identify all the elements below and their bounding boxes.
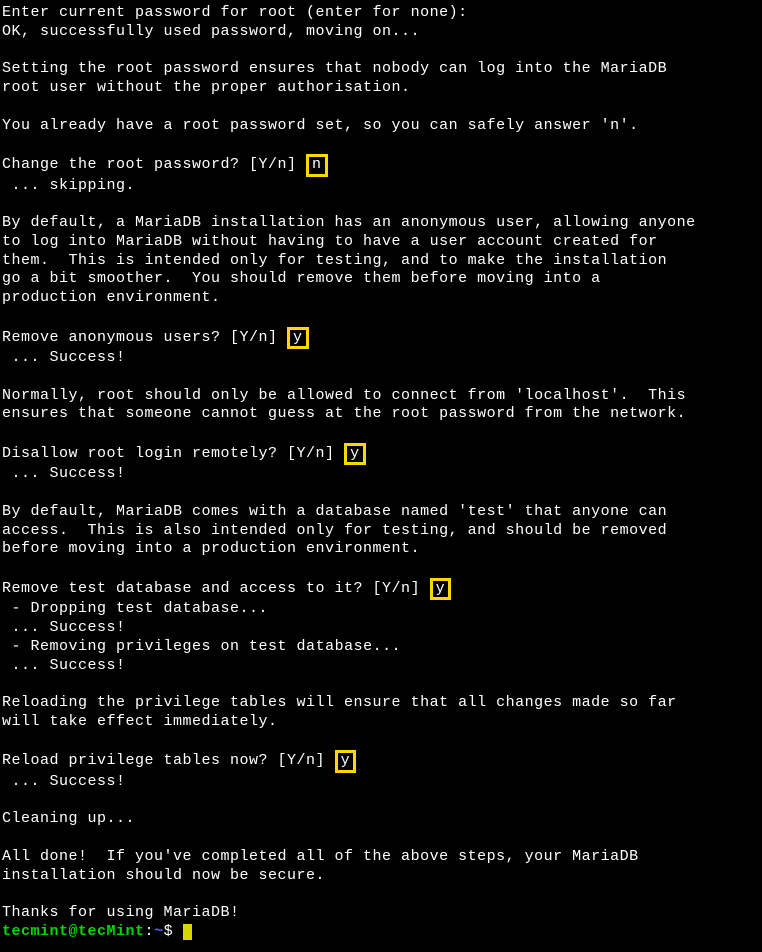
prompt-question: Change the root password? [Y/n]: [2, 156, 306, 173]
output-line: ... Success!: [2, 773, 126, 790]
prompt-question: Remove anonymous users? [Y/n]: [2, 329, 287, 346]
output-line: OK, successfully used password, moving o…: [2, 23, 420, 40]
output-line: them. This is intended only for testing,…: [2, 252, 667, 269]
user-input-highlighted: y: [335, 750, 357, 773]
output-line: By default, MariaDB comes with a databas…: [2, 503, 667, 520]
output-line: will take effect immediately.: [2, 713, 278, 730]
output-line: root user without the proper authorisati…: [2, 79, 411, 96]
user-input-highlighted: y: [344, 443, 366, 466]
prompt-host: tecMint: [78, 923, 145, 940]
prompt-path: ~: [154, 923, 164, 940]
prompt-question: Remove test database and access to it? […: [2, 580, 430, 597]
output-line: All done! If you've completed all of the…: [2, 848, 639, 865]
prompt-dollar: $: [164, 923, 183, 940]
output-line: before moving into a production environm…: [2, 540, 420, 557]
output-line: production environment.: [2, 289, 221, 306]
output-line: ... Success!: [2, 619, 126, 636]
output-line: ... skipping.: [2, 177, 135, 194]
output-line: Cleaning up...: [2, 810, 135, 827]
output-line: Setting the root password ensures that n…: [2, 60, 667, 77]
output-line: You already have a root password set, so…: [2, 117, 639, 134]
output-line: installation should now be secure.: [2, 867, 325, 884]
output-line: ... Success!: [2, 465, 126, 482]
prompt-question: Reload privilege tables now? [Y/n]: [2, 752, 335, 769]
output-line: Normally, root should only be allowed to…: [2, 387, 686, 404]
output-line: ensures that someone cannot guess at the…: [2, 405, 686, 422]
output-line: access. This is also intended only for t…: [2, 522, 667, 539]
output-line: ... Success!: [2, 657, 126, 674]
prompt-user: tecmint: [2, 923, 69, 940]
prompt-question: Disallow root login remotely? [Y/n]: [2, 445, 344, 462]
output-line: ... Success!: [2, 349, 126, 366]
user-input-highlighted: n: [306, 154, 328, 177]
user-input-highlighted: y: [430, 578, 452, 601]
output-line: By default, a MariaDB installation has a…: [2, 214, 696, 231]
prompt-colon: :: [145, 923, 155, 940]
cursor: [183, 924, 192, 940]
output-line: Enter current password for root (enter f…: [2, 4, 468, 21]
terminal-output[interactable]: Enter current password for root (enter f…: [2, 4, 760, 942]
output-line: Thanks for using MariaDB!: [2, 904, 240, 921]
output-line: go a bit smoother. You should remove the…: [2, 270, 601, 287]
output-line: to log into MariaDB without having to ha…: [2, 233, 658, 250]
user-input-highlighted: y: [287, 327, 309, 350]
prompt-at: @: [69, 923, 79, 940]
output-line: - Dropping test database...: [2, 600, 268, 617]
output-line: Reloading the privilege tables will ensu…: [2, 694, 677, 711]
output-line: - Removing privileges on test database..…: [2, 638, 401, 655]
